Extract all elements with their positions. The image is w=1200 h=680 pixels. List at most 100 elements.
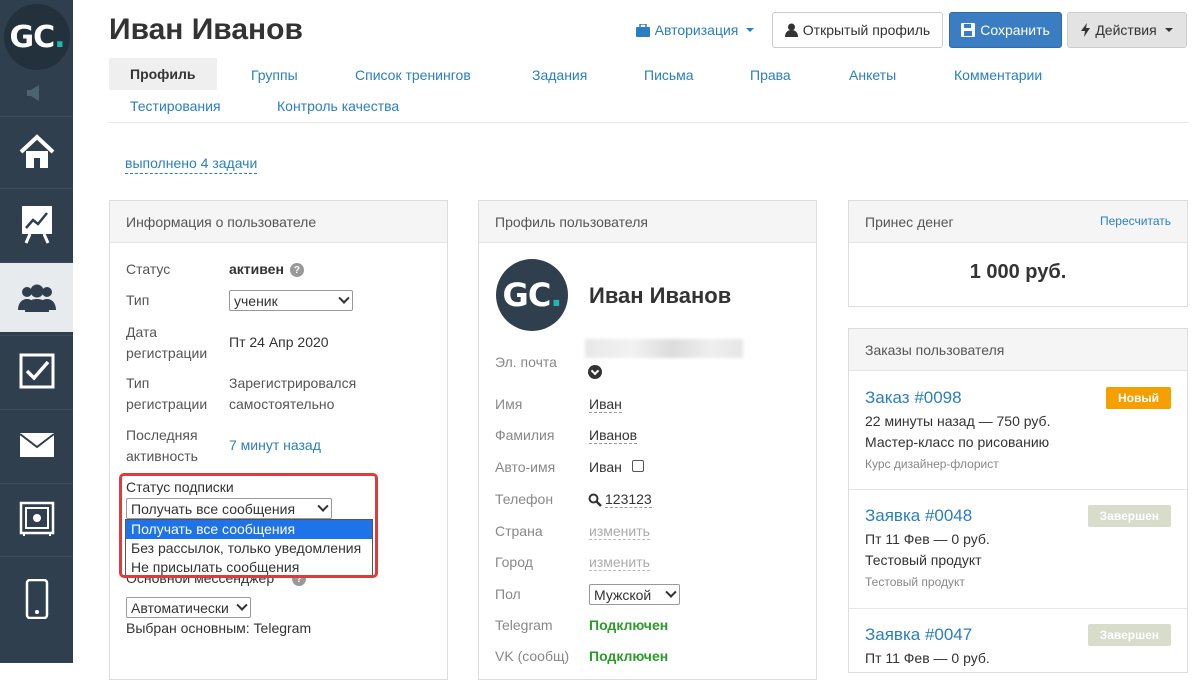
type-select-value: ученик <box>234 292 278 309</box>
mobile-icon <box>25 578 48 619</box>
save-button[interactable]: Сохранить <box>949 12 1062 48</box>
tab-trainings[interactable]: Список тренингов <box>355 67 471 83</box>
sidebar-item-safe[interactable] <box>0 483 73 553</box>
auto-name-label: Авто-имя <box>495 459 556 475</box>
caret-down-icon <box>1164 28 1173 32</box>
open-profile-label: Открытый профиль <box>802 22 931 38</box>
gender-label: Пол <box>495 586 521 602</box>
avatar: GC. <box>496 259 568 331</box>
tab-surveys[interactable]: Анкеты <box>849 67 896 83</box>
last-active-value[interactable]: 7 минут назад <box>229 435 321 456</box>
tab-quality-control[interactable]: Контроль качества <box>277 98 399 114</box>
logo-text: GC <box>9 19 55 55</box>
auto-name-checkbox[interactable] <box>632 460 644 472</box>
help-icon[interactable]: ? <box>289 263 304 278</box>
reg-date-label: Дата регистрации <box>126 322 207 364</box>
tab-rights[interactable]: Права <box>750 67 791 83</box>
status-label: Статус <box>126 261 171 277</box>
highlight-frame <box>119 473 378 578</box>
chevron-circle-down-icon[interactable] <box>588 365 602 379</box>
sidebar-item-tasks[interactable] <box>0 335 73 405</box>
city-change-link[interactable]: изменить <box>589 554 650 571</box>
order-product: Мастер-класс по рисованию <box>865 434 1050 450</box>
messenger-select-value: Автоматически <box>131 599 229 616</box>
phone-label: Телефон <box>495 491 554 507</box>
tab-testing[interactable]: Тестирования <box>130 98 221 114</box>
tab-comments[interactable]: Комментарии <box>954 67 1042 83</box>
reg-type-label-line1: Тип <box>126 375 150 391</box>
first-name-value[interactable]: Иван <box>589 396 622 413</box>
chevron-down-icon <box>338 292 350 304</box>
order-subtitle: Курс дизайнер-флорист <box>865 457 999 471</box>
actions-button[interactable]: Действия <box>1067 12 1187 48</box>
completed-tasks-link[interactable]: выполнено 4 задачи <box>125 155 258 174</box>
user-info-heading: Информация о пользователе <box>110 201 447 243</box>
checkbox-icon <box>19 353 54 388</box>
type-select[interactable]: ученик <box>229 290 353 311</box>
chart-board-icon <box>21 205 52 244</box>
profile-name: Иван Иванов <box>589 283 732 308</box>
phone-value[interactable]: 123123 <box>605 491 652 508</box>
search-icon[interactable] <box>588 493 602 507</box>
divider <box>849 608 1187 609</box>
last-active-label-line1: Последняя <box>126 427 198 443</box>
last-name-value[interactable]: Иванов <box>589 427 638 444</box>
sidebar-item-reports[interactable] <box>0 188 73 258</box>
tab-groups[interactable]: Группы <box>251 67 298 83</box>
sidebar-item-mail[interactable] <box>0 409 73 479</box>
safe-icon <box>19 501 54 536</box>
page-title: Иван Иванов <box>109 13 303 46</box>
auth-button[interactable]: Авторизация <box>630 12 760 48</box>
avatar-dot: . <box>550 276 562 314</box>
home-icon <box>19 133 54 168</box>
reg-type-label-line2: регистрации <box>126 396 208 412</box>
tab-assignments[interactable]: Задания <box>532 67 587 83</box>
reg-date-value: Пт 24 Апр 2020 <box>229 334 329 350</box>
city-label: Город <box>495 554 533 570</box>
reg-date-label-line1: Дата <box>126 324 158 340</box>
save-button-label: Сохранить <box>980 22 1050 38</box>
messenger-select[interactable]: Автоматически <box>126 597 251 618</box>
order-product: Тестовый продукт <box>865 552 982 568</box>
megaphone-icon[interactable] <box>24 84 48 107</box>
orders-heading: Заказы пользователя <box>849 329 1187 371</box>
order-meta: 22 минуты назад — 750 руб. <box>865 413 1051 429</box>
gender-select-value: Мужской <box>594 586 652 603</box>
status-badge: Новый <box>1106 387 1171 409</box>
tab-letters[interactable]: Письма <box>644 67 694 83</box>
sidebar-item-users[interactable] <box>0 262 73 332</box>
user-icon <box>784 23 798 37</box>
country-change-link[interactable]: изменить <box>589 523 650 540</box>
tabs-divider <box>109 122 1189 123</box>
order-title-link[interactable]: Заказ #0098 <box>865 388 962 408</box>
status-badge: Завершен <box>1087 624 1171 646</box>
gender-select[interactable]: Мужской <box>589 584 680 605</box>
email-value-blurred <box>585 339 743 358</box>
first-name-label: Имя <box>495 396 523 412</box>
vk-label: VK (сообщ) <box>495 648 570 664</box>
sidebar: GC. <box>0 0 73 663</box>
briefcase-icon <box>635 23 650 37</box>
logo-dot: . <box>54 19 65 55</box>
recalculate-link[interactable]: Пересчитать <box>1100 214 1171 228</box>
auto-name-value: Иван <box>589 459 622 475</box>
sidebar-item-mobile[interactable] <box>0 556 73 640</box>
chevron-down-icon <box>236 599 248 611</box>
revenue-panel: Принес денег Пересчитать 1 000 руб. <box>848 200 1188 307</box>
floppy-icon <box>961 23 976 37</box>
caret-down-icon <box>746 28 755 32</box>
open-profile-button[interactable]: Открытый профиль <box>772 12 943 48</box>
logo[interactable]: GC. <box>4 4 70 70</box>
revenue-amount: 1 000 руб. <box>969 261 1067 283</box>
status-value: активен <box>229 261 284 277</box>
order-subtitle: Тестовый продукт <box>865 575 965 589</box>
mail-icon <box>18 432 55 457</box>
tab-profile[interactable]: Профиль <box>109 58 217 90</box>
order-title-link[interactable]: Заявка #0047 <box>865 625 972 645</box>
order-title-link[interactable]: Заявка #0048 <box>865 506 972 526</box>
reg-type-value: Зарегистрировался самостоятельно <box>229 373 356 415</box>
sidebar-item-home[interactable] <box>0 116 73 186</box>
users-icon <box>17 284 56 312</box>
reg-date-label-line2: регистрации <box>126 345 208 361</box>
country-label: Страна <box>495 523 543 539</box>
